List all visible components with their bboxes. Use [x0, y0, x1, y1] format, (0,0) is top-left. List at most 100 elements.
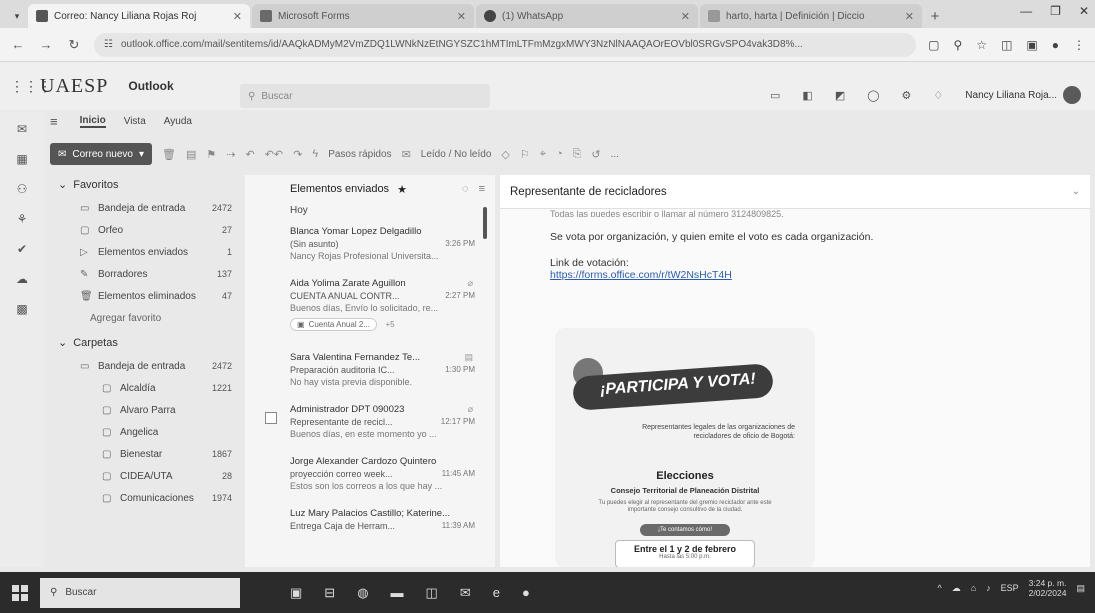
network-icon[interactable]: ⌂	[971, 583, 976, 593]
filter-icon[interactable]: ≡	[479, 183, 485, 195]
undo-icon[interactable]: ↺	[591, 148, 600, 161]
folder-item[interactable]: ▢ Bienestar 1867	[50, 443, 240, 465]
folder-item[interactable]: ▢ Alvaro Parra	[50, 399, 240, 421]
message-list-scrollbar[interactable]	[483, 207, 487, 239]
reload-icon[interactable]: ↻	[66, 37, 82, 53]
edge-icon[interactable]: e	[493, 585, 500, 600]
mail-icon[interactable]: ✉	[14, 122, 30, 138]
list-item[interactable]: Blanca Yomar Lopez Delgadillo (Sin asunt…	[245, 222, 495, 274]
file-explorer-icon[interactable]: ▬	[391, 585, 404, 600]
maximize-icon[interactable]: ❐	[1050, 4, 1061, 18]
close-tab-icon[interactable]: ✕	[233, 10, 242, 23]
folder-item[interactable]: 🗑 Elementos eliminados 47	[50, 285, 240, 307]
archive-icon[interactable]: ▤	[186, 148, 196, 161]
add-favorite-link[interactable]: Agregar favorito	[50, 307, 240, 329]
sidebar-icon[interactable]: ▣	[1026, 38, 1037, 52]
folder-item[interactable]: ▢ Orfeo 27	[50, 219, 240, 241]
folder-item[interactable]: ▢ Alcaldía 1221	[50, 377, 240, 399]
task-view-icon[interactable]: ▣	[290, 585, 302, 601]
folder-item[interactable]: ▷ Elementos enviados 1	[50, 241, 240, 263]
tab-vista[interactable]: Vista	[124, 116, 146, 127]
tab-ayuda[interactable]: Ayuda	[164, 116, 192, 127]
folder-item[interactable]: ▢ Angelica	[50, 421, 240, 443]
star-icon[interactable]: ★	[397, 183, 407, 196]
reply-icon[interactable]: ↶	[245, 148, 254, 161]
list-item[interactable]: Sara Valentina Fernandez Te... ▤ Prepara…	[245, 348, 495, 400]
extensions-icon[interactable]: ◫	[1001, 38, 1012, 52]
notification-center-icon[interactable]: ▤	[1076, 583, 1085, 594]
snooze-icon[interactable]: ◔	[556, 148, 563, 160]
tag-icon[interactable]: ◇	[501, 148, 509, 161]
settings-icon[interactable]: ⚙	[902, 89, 912, 102]
todo-icon[interactable]: ✔	[14, 242, 30, 258]
select-checkbox[interactable]	[265, 412, 277, 424]
tab-inicio[interactable]: Inicio	[79, 115, 106, 128]
folder-item[interactable]: ✎ Borradores 137	[50, 263, 240, 285]
site-info-icon[interactable]: ☷	[104, 39, 113, 50]
folder-item[interactable]: ▭ Bandeja de entrada 2472	[50, 197, 240, 219]
clock[interactable]: 3:24 p. m. 2/02/2024	[1029, 578, 1067, 598]
people-icon[interactable]: ⚇	[14, 182, 30, 198]
chevron-up-icon[interactable]: ^	[937, 583, 941, 593]
taskview-icon[interactable]: ⊟	[324, 585, 335, 601]
delete-icon[interactable]: 🗑	[162, 148, 176, 161]
folders-header[interactable]: ⌄ Carpetas	[50, 333, 240, 355]
star-icon[interactable]: ☆	[976, 38, 987, 52]
mail-icon[interactable]: ✉	[460, 585, 471, 601]
quick-steps-button[interactable]: Pasos rápidos	[328, 149, 391, 160]
list-item[interactable]: Jorge Alexander Cardozo Quintero proyecc…	[245, 452, 495, 504]
select-icon[interactable]: ◌	[462, 183, 469, 195]
close-tab-icon[interactable]: ✕	[457, 10, 466, 23]
taskbar-search[interactable]: ⚲ Buscar	[40, 577, 240, 608]
apps-icon[interactable]: ▩	[14, 302, 30, 318]
more-attachments[interactable]: +5	[385, 320, 394, 329]
folder-item[interactable]: ▭ Bandeja de entrada 2472	[50, 355, 240, 377]
tab-dictionary[interactable]: harto, harta | Definición | Diccio ✕	[700, 4, 922, 28]
windows-start-icon[interactable]	[8, 581, 32, 605]
voting-link[interactable]: https://forms.office.com/r/tW2NsHcT4H	[550, 269, 732, 281]
account-button[interactable]: Nancy Liliana Roja...	[965, 86, 1081, 104]
tab-whatsapp[interactable]: (1) WhatsApp ✕	[476, 4, 698, 28]
groups-icon[interactable]: ⚘	[14, 212, 30, 228]
list-item[interactable]: Administrador DPT 090023 ⌀ Representante…	[245, 400, 495, 452]
folder-item[interactable]: ▢ CIDEA/UTA 28	[50, 465, 240, 487]
close-tab-icon[interactable]: ✕	[905, 10, 914, 23]
folder-item[interactable]: ▢ Comunicaciones 1974	[50, 487, 240, 509]
tab-menu-icon[interactable]: ▾	[6, 4, 28, 28]
minimize-icon[interactable]: —	[1020, 4, 1032, 18]
onedrive-icon[interactable]: ☁	[14, 272, 30, 288]
screen-icon[interactable]: ▢	[928, 38, 939, 52]
policy-icon[interactable]: ⎘	[573, 148, 582, 161]
reply-all-icon[interactable]: ↶↶	[265, 148, 283, 161]
menu-icon[interactable]: ⋮	[1073, 38, 1085, 52]
notifications-icon[interactable]: ◯	[867, 89, 879, 102]
cloud-icon[interactable]: ☁	[952, 583, 961, 594]
close-tab-icon[interactable]: ✕	[681, 10, 690, 23]
new-tab-icon[interactable]: +	[924, 4, 946, 28]
report-icon[interactable]: ⚑	[206, 148, 216, 161]
chrome-icon[interactable]: ◍	[357, 585, 368, 601]
meet-now-icon[interactable]: ▭	[770, 89, 780, 102]
flag-icon[interactable]: ⚐	[520, 148, 530, 161]
app-launcher-icon[interactable]: ⋮⋮⋮	[10, 78, 52, 95]
teams-icon[interactable]: ◧	[802, 89, 812, 102]
back-icon[interactable]: ←	[10, 37, 26, 52]
language-indicator[interactable]: ESP	[1001, 583, 1019, 593]
chevron-down-icon[interactable]: ▾	[139, 149, 144, 160]
tab-forms[interactable]: Microsoft Forms ✕	[252, 4, 474, 28]
tips-icon[interactable]: ♢	[933, 89, 943, 102]
hamburger-icon[interactable]: ≡	[50, 114, 58, 129]
favorites-header[interactable]: ⌄ Favoritos	[50, 175, 240, 197]
list-item[interactable]: Aida Yolima Zarate Aguillon ⌀ CUENTA ANU…	[245, 274, 495, 348]
app-icon[interactable]: ●	[522, 585, 530, 600]
volume-icon[interactable]: ♪	[986, 583, 991, 593]
forward-icon[interactable]: →	[38, 37, 54, 52]
search-input[interactable]: ⚲ Buscar	[240, 84, 490, 108]
calendar-icon[interactable]: ▦	[14, 152, 30, 168]
tab-outlook[interactable]: Correo: Nancy Liliana Rojas Roj ✕	[28, 4, 250, 28]
url-field[interactable]: ☷ outlook.office.com/mail/sentitems/id/A…	[94, 32, 917, 57]
store-icon[interactable]: ◫	[426, 585, 438, 601]
read-unread-button[interactable]: Leído / No leído	[421, 149, 492, 160]
new-mail-button[interactable]: ✉ Correo nuevo ▾	[50, 143, 153, 165]
pin-icon[interactable]: ⌖	[540, 148, 546, 161]
